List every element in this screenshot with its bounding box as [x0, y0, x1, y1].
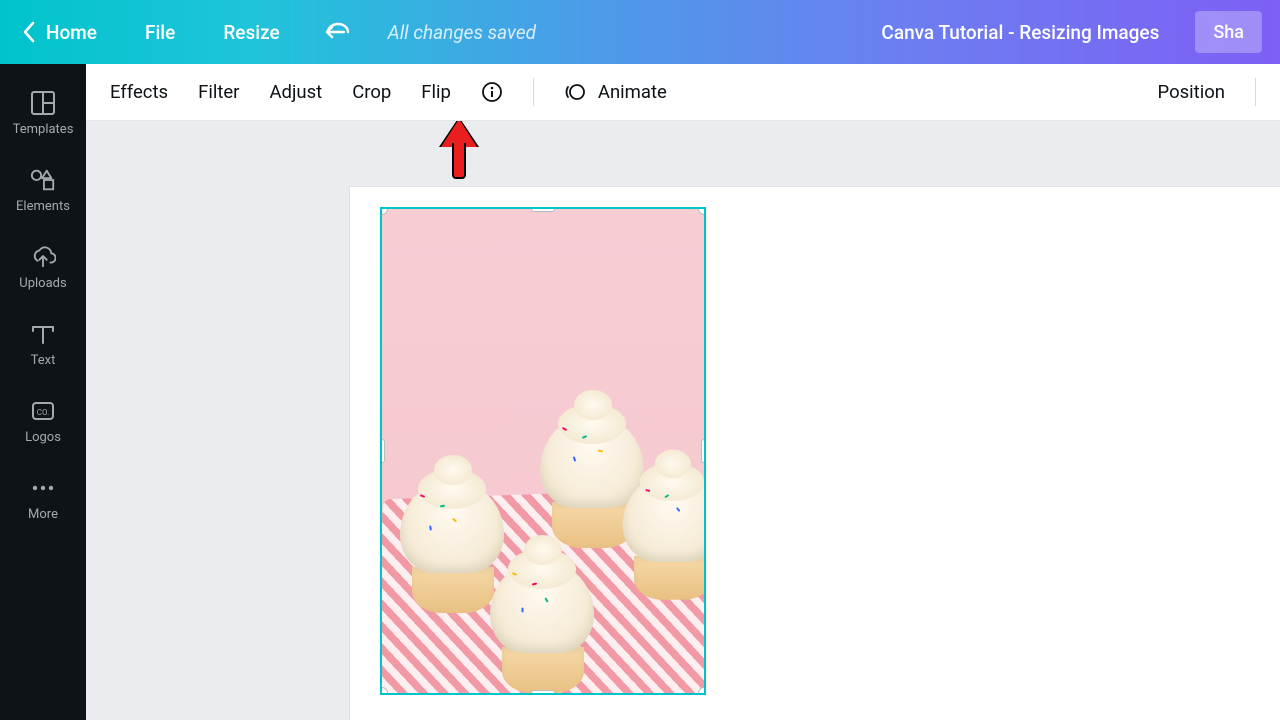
left-sidebar: Templates Elements Uploads Text CO. Logo…	[0, 64, 86, 720]
sidebar-item-label: Templates	[13, 122, 74, 137]
undo-icon[interactable]	[324, 22, 352, 42]
toolbar-divider	[533, 78, 534, 106]
resize-menu[interactable]: Resize	[223, 21, 279, 44]
sidebar-item-label: More	[28, 507, 58, 522]
save-status: All changes saved	[388, 21, 536, 44]
effects-button[interactable]: Effects	[110, 81, 168, 103]
svg-text:CO.: CO.	[37, 408, 49, 417]
sidebar-item-uploads[interactable]: Uploads	[0, 232, 86, 309]
sidebar-item-logos[interactable]: CO. Logos	[0, 386, 86, 463]
sidebar-item-label: Text	[31, 353, 56, 368]
sidebar-item-templates[interactable]: Templates	[0, 78, 86, 155]
animate-button[interactable]: Animate	[598, 81, 667, 103]
context-toolbar: Effects Filter Adjust Crop Flip Animate …	[86, 64, 1280, 121]
sidebar-item-label: Logos	[25, 430, 61, 445]
resize-handle-bottom[interactable]	[531, 690, 555, 695]
sidebar-item-label: Uploads	[19, 276, 66, 291]
canvas-area[interactable]	[86, 121, 1280, 720]
logos-icon: CO.	[30, 398, 56, 424]
resize-handle-bottom-right[interactable]	[698, 687, 706, 695]
document-title[interactable]: Canva Tutorial - Resizing Images	[881, 21, 1159, 44]
position-button[interactable]: Position	[1158, 81, 1225, 103]
toolbar-divider	[1255, 78, 1256, 106]
info-icon[interactable]	[481, 81, 503, 103]
flip-button[interactable]: Flip	[421, 81, 451, 103]
sidebar-item-elements[interactable]: Elements	[0, 155, 86, 232]
templates-icon	[30, 90, 56, 116]
home-button[interactable]: Home	[46, 21, 97, 44]
top-menu-bar: Home File Resize All changes saved Canva…	[0, 0, 1280, 64]
sidebar-item-text[interactable]: Text	[0, 309, 86, 386]
adjust-button[interactable]: Adjust	[269, 81, 322, 103]
uploads-icon	[30, 244, 56, 270]
more-icon	[30, 475, 56, 501]
resize-handle-top[interactable]	[531, 207, 555, 212]
text-icon	[30, 321, 56, 347]
animate-icon	[564, 81, 586, 103]
back-icon[interactable]	[22, 21, 36, 43]
sidebar-item-more[interactable]: More	[0, 463, 86, 540]
resize-handle-right[interactable]	[701, 439, 706, 463]
share-button[interactable]: Sha	[1195, 11, 1262, 53]
sidebar-item-label: Elements	[16, 199, 70, 214]
filter-button[interactable]: Filter	[198, 81, 239, 103]
elements-icon	[30, 167, 56, 193]
resize-handle-left[interactable]	[380, 439, 385, 463]
annotation-arrow-icon	[444, 121, 474, 183]
crop-button[interactable]: Crop	[352, 81, 391, 103]
file-menu[interactable]: File	[145, 21, 175, 44]
selected-image[interactable]	[380, 207, 706, 695]
